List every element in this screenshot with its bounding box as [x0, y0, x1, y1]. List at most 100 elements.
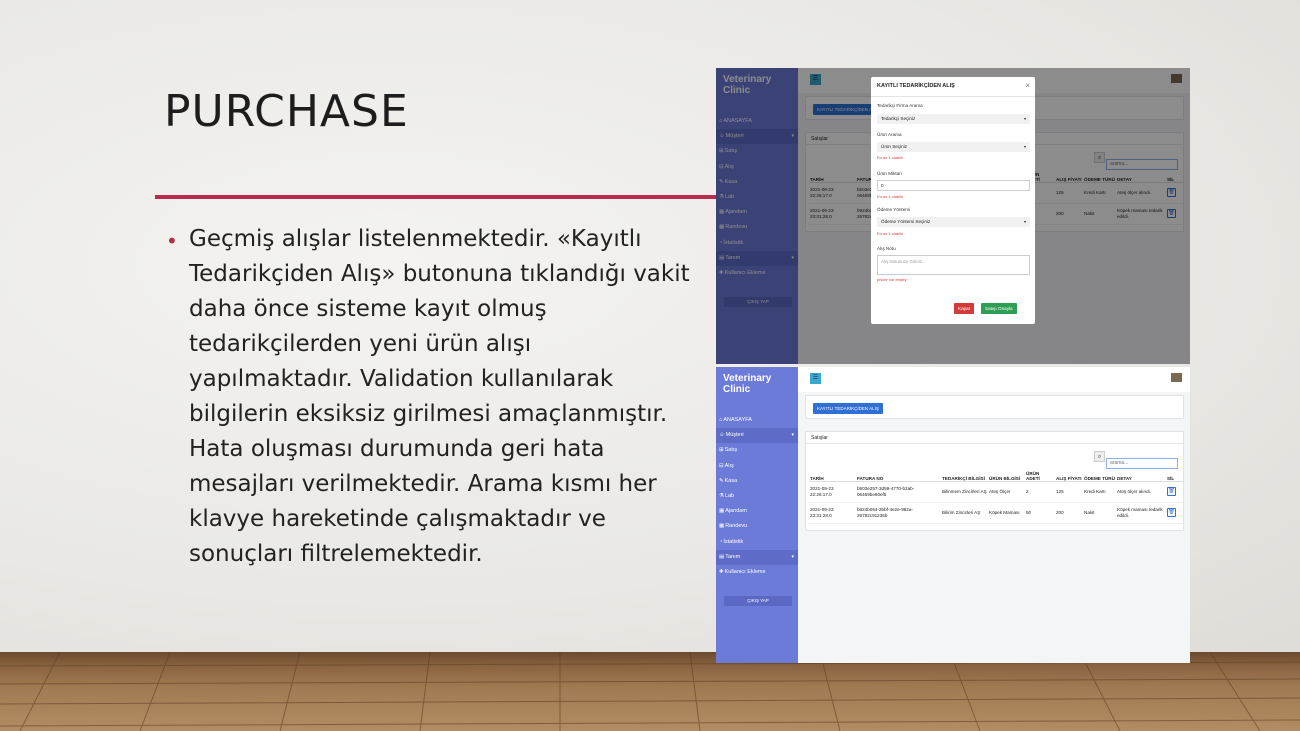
sidebar-item-tanım[interactable]: ▤Tanım ▾	[716, 549, 798, 565]
close-icon[interactable]: ×	[1025, 81, 1030, 90]
user-plus-icon: ✚	[719, 568, 724, 575]
menu-toggle-icon[interactable]: ☰	[810, 373, 821, 384]
note-error: pNote not empty!	[877, 277, 908, 282]
cash-icon: ✎	[719, 477, 724, 484]
column-header[interactable]: DETAY	[1116, 465, 1166, 482]
sidebar-item-label: Müşteri	[725, 432, 744, 439]
table-cell: b924b064-2bbf-4e2e-982a-26782c91236b	[856, 502, 941, 524]
payment-label: Ödeme Yöntemi	[877, 207, 911, 212]
sidebar-item-label: İstatistik	[723, 538, 744, 545]
sidebar-item-lab[interactable]: ⚗Lab	[716, 489, 798, 504]
chart-icon: ◔	[719, 538, 723, 545]
calendar-icon: ▦	[719, 523, 725, 530]
payment-select[interactable]: Ödeme Yöntemi Seçiniz ▾	[877, 217, 1030, 227]
column-header[interactable]: TEDARİKÇİ BİLGİSİ	[941, 465, 988, 482]
brand-logo[interactable]: Veterinary Clinic	[723, 373, 793, 395]
sidebar-item-label: Kullanıcı Ekleme	[724, 568, 766, 575]
sidebar-item-ajandam[interactable]: ▦Ajandam	[716, 504, 798, 519]
sidebar-item-label: Satış	[724, 447, 738, 454]
table-cell: Bilinmem Zincirleri AŞ	[941, 481, 988, 503]
product-error: En az 1 olabilir	[877, 155, 904, 160]
table-row: 2021-09-23 22:26:17.0b503e257-3d59-4770-…	[809, 481, 1183, 503]
registered-supplier-purchase-button[interactable]: KAYITLI TEDARİKÇİDEN ALIŞ	[813, 403, 883, 414]
sidebar-item-label: Randevu	[725, 523, 748, 530]
sidebar-item-satış[interactable]: ⊞Satış	[716, 443, 798, 458]
modal-title: KAYITLI TEDARİKÇİDEN ALIŞ	[877, 83, 955, 89]
avatar[interactable]	[1171, 373, 1182, 382]
table-cell: 2021-09-23 22:26:17.0	[809, 481, 856, 503]
sidebar-nav: ⌂ANASAYFA ☺Müşteri ▾ ⊞Satış ⊟Alış ✎Kasa ⚗Lab ▦A…	[716, 413, 798, 580]
sidebar-item-alış[interactable]: ⊟Alış	[716, 459, 798, 474]
chevron-down-icon: ▾	[791, 553, 794, 560]
slide-title: PURCHASE	[164, 86, 409, 137]
grid-icon: ▤	[719, 553, 725, 560]
column-header[interactable]: TARİH	[809, 465, 856, 482]
sidebar: Veterinary Clinic ⌂ANASAYFA ☺Müşteri ▾ ⊞Sat…	[716, 367, 798, 663]
supplier-select[interactable]: Tedarikçi Seçiniz ▾	[877, 114, 1030, 124]
sidebar-item-anasayfa[interactable]: ⌂ANASAYFA	[716, 413, 798, 428]
close-button[interactable]: Kapat	[954, 303, 975, 314]
product-label: Ürün Arama	[877, 132, 902, 137]
basket-icon: ⊟	[719, 462, 724, 469]
chevron-down-icon: ▾	[1023, 219, 1026, 224]
note-label: Alış Notu	[877, 246, 896, 251]
table-row: 2021-09-23 23:31:28.0b924b064-2bbf-4e2e-…	[809, 502, 1183, 524]
purchase-modal: KAYITLI TEDARİKÇİDEN ALIŞ × Tedarikçi Fi…	[871, 77, 1035, 324]
modal-divider	[871, 96, 1035, 97]
wood-floor	[0, 652, 1300, 731]
sidebar-item-randevu[interactable]: ▦Randevu	[716, 519, 798, 534]
table-cell: Köpek Maması	[988, 502, 1025, 524]
table-cell: 200	[1055, 502, 1083, 524]
table-cell: Kredi Kartı	[1083, 481, 1116, 503]
sidebar-item-kullanıcı-ekleme[interactable]: ✚Kullanıcı Ekleme	[716, 565, 798, 580]
table-cell: 2	[1025, 481, 1055, 503]
cart-icon: ⊞	[719, 447, 724, 454]
sidebar-item-label: ANASAYFA	[723, 417, 752, 423]
sidebar-item-label: Kasa	[724, 477, 738, 484]
logout-button[interactable]: ÇIKIŞ YAP	[724, 596, 792, 606]
chevron-down-icon: ▾	[791, 432, 794, 439]
sidebar-item-label: Ajandam	[725, 508, 747, 515]
column-header[interactable]: FATURA NO	[856, 465, 941, 482]
sidebar-item-müşteri[interactable]: ☺Müşteri ▾	[716, 428, 798, 444]
note-textarea[interactable]: Alış Notunuzu Giriniz.	[877, 255, 1030, 275]
calendar-icon: ▦	[719, 508, 725, 515]
sidebar-item-kasa[interactable]: ✎Kasa	[716, 474, 798, 489]
delete-icon[interactable]: 🗑	[1167, 487, 1176, 496]
column-header[interactable]: ÖDEME TÜRÜ	[1083, 465, 1116, 482]
quantity-label: Ürün Miktarı	[877, 171, 903, 176]
column-header[interactable]: SİL	[1166, 465, 1183, 482]
delete-icon[interactable]: 🗑	[1167, 508, 1176, 517]
table-cell: b503e257-3d59-4770-b2ab-06469be80ef5	[856, 481, 941, 503]
product-select-value: Ürün Seçiniz	[881, 144, 908, 149]
column-header[interactable]: ÜRÜN BİLGİSİ	[988, 465, 1025, 482]
sidebar-item-label: Alış	[724, 462, 734, 469]
table-cell: Köpek maması tedarik edildi.	[1116, 502, 1166, 524]
top-bar: ☰	[798, 367, 1190, 392]
table-cell: Bilirim Zincirleri AŞ	[941, 502, 988, 524]
table-cell: Ateş Ölçer	[988, 481, 1025, 503]
payment-error: En az 1 olabilir	[877, 231, 904, 236]
confirm-purchase-button[interactable]: Satışı Onayla	[981, 303, 1017, 314]
table-cell: 50	[1025, 502, 1055, 524]
quantity-input[interactable]: 0	[877, 180, 1030, 191]
table-cell: Nakit	[1083, 502, 1116, 524]
users-icon: ☺	[719, 432, 725, 439]
search-icon[interactable]: ⌕	[1094, 451, 1105, 462]
sidebar-item-label: Tanım	[725, 553, 741, 560]
main-content: ☰ KAYITLI TEDARİKÇİDEN ALIŞ Satışlar ⌕ T…	[798, 367, 1190, 663]
screenshot-purchase-list: Veterinary Clinic ⌂ANASAYFA ☺Müşteri ▾ ⊞Sat…	[716, 367, 1190, 663]
payment-select-value: Ödeme Yöntemi Seçiniz	[881, 219, 931, 224]
purchases-table: TARİHFATURA NOTEDARİKÇİ BİLGİSİÜRÜN BİLG…	[809, 465, 1183, 524]
bullet-marker: •	[166, 229, 178, 253]
flask-icon: ⚗	[719, 492, 724, 499]
title-divider	[155, 195, 717, 199]
table-cell: 125	[1055, 481, 1083, 503]
sidebar-item-i̇statistik[interactable]: ◔İstatistik	[716, 535, 798, 550]
purchases-card: Satışlar ⌕ TARİHFATURA NOTEDARİKÇİ BİLGİ…	[805, 431, 1184, 531]
supplier-label: Tedarikçi Firma Arama	[877, 103, 923, 108]
column-header[interactable]: ÜRÜN ADETİ	[1025, 465, 1055, 482]
product-select[interactable]: Ürün Seçiniz ▾	[877, 142, 1030, 152]
table-cell: Ateş ölçer alındı.	[1116, 481, 1166, 503]
column-header[interactable]: ALIŞ FİYATI	[1055, 465, 1083, 482]
